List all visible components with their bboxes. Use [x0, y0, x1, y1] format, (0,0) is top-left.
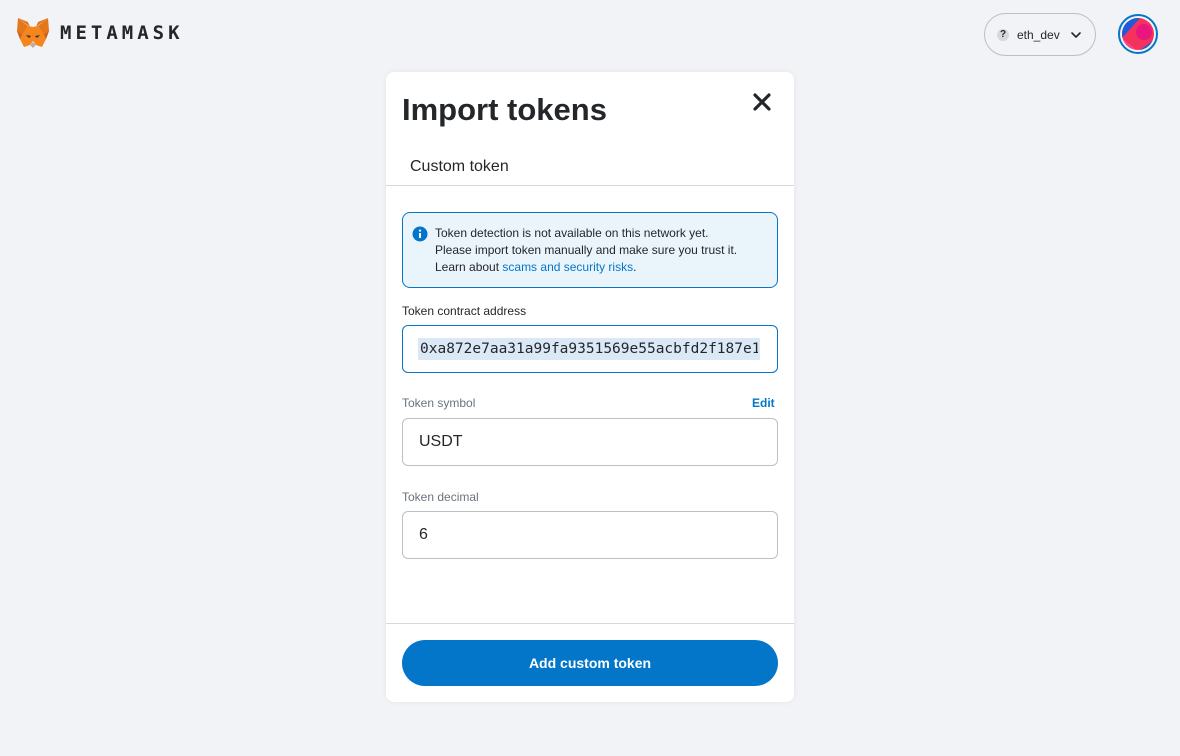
network-badge-icon: ?	[997, 28, 1009, 41]
alert-message: Token detection is not available on this…	[435, 225, 771, 276]
page-title: Import tokens	[402, 92, 607, 127]
scams-link[interactable]: scams and security risks	[502, 260, 633, 274]
token-decimal-field[interactable]	[402, 511, 778, 559]
info-icon	[412, 226, 428, 242]
token-decimal-input[interactable]	[419, 526, 759, 544]
app-header: METAMASK ? eth_dev	[0, 0, 1180, 68]
metamask-fox-icon	[17, 18, 49, 48]
import-tokens-modal: Import tokens Custom token Token detecti…	[386, 72, 794, 702]
token-detection-alert: Token detection is not available on this…	[402, 212, 778, 288]
brand-wordmark: METAMASK	[60, 22, 184, 44]
network-name: eth_dev	[1017, 27, 1060, 42]
token-decimal-label: Token decimal	[402, 490, 479, 504]
network-selector[interactable]: ? eth_dev	[984, 13, 1096, 56]
chevron-down-icon	[1070, 31, 1081, 38]
contract-address-label: Token contract address	[402, 304, 527, 318]
alert-line-3: Learn about scams and security risks.	[435, 259, 771, 276]
close-icon[interactable]	[752, 92, 772, 112]
add-custom-token-button[interactable]: Add custom token	[402, 640, 778, 686]
tab-custom-token[interactable]: Custom token	[410, 158, 509, 176]
tab-divider	[386, 185, 794, 186]
token-symbol-input[interactable]	[419, 433, 759, 451]
metamask-logo[interactable]: METAMASK	[16, 17, 184, 49]
alert-line-3-suffix: .	[633, 260, 637, 274]
edit-symbol-button[interactable]: Edit	[752, 396, 775, 410]
token-symbol-label: Token symbol	[402, 396, 476, 410]
token-symbol-field[interactable]	[402, 418, 778, 466]
alert-line-3-prefix: Learn about	[435, 260, 503, 274]
alert-line-2: Please import token manually and make su…	[435, 243, 738, 257]
contract-address-field[interactable]	[402, 325, 778, 373]
footer-divider	[386, 623, 794, 624]
account-avatar[interactable]	[1118, 14, 1158, 54]
contract-address-input[interactable]	[418, 338, 760, 360]
alert-line-1: Token detection is not available on this…	[435, 226, 709, 240]
identicon-icon	[1122, 18, 1154, 50]
